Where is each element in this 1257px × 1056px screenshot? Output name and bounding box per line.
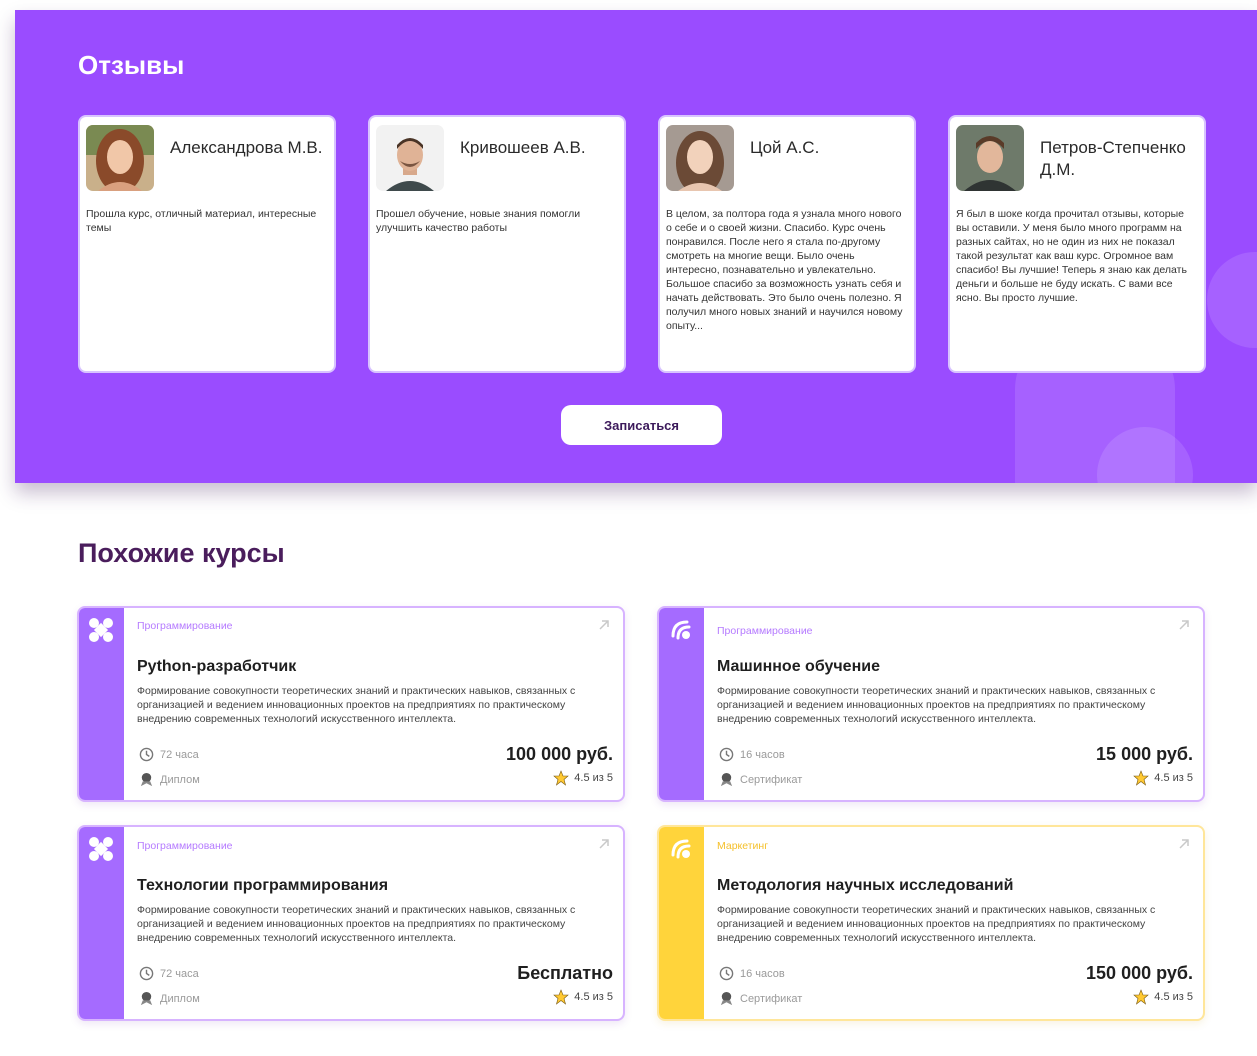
signal-swirl-icon	[671, 620, 691, 640]
star-icon	[1133, 770, 1150, 786]
course-card[interactable]: Программирование Машинное обучение Форми…	[657, 606, 1205, 802]
course-rating: 4.5 из 5	[1133, 770, 1193, 786]
arrow-up-right-icon[interactable]	[1177, 618, 1191, 632]
review-card: Петров-Степченко Д.М. Я был в шоке когда…	[948, 115, 1206, 373]
course-document: Диплом	[139, 772, 200, 787]
course-rating-value: 4.5 из 5	[574, 991, 613, 1003]
signal-swirl-icon	[671, 839, 691, 859]
course-description: Формирование совокупности теоретических …	[137, 685, 576, 725]
award-icon	[720, 772, 733, 787]
similar-courses-title: Похожие курсы	[78, 538, 285, 568]
star-icon	[1133, 989, 1150, 1005]
arrow-up-right-icon[interactable]	[597, 618, 611, 632]
review-card: Цой А.С. В целом, за полтора года я узна…	[658, 115, 916, 373]
course-accent-stripe	[79, 608, 124, 800]
course-card[interactable]: Программирование Python-разработчик Форм…	[77, 606, 625, 802]
course-rating: 4.5 из 5	[553, 770, 613, 786]
clock-icon	[139, 747, 154, 762]
course-accent-stripe	[659, 827, 704, 1019]
reviewer-avatar	[376, 125, 444, 191]
course-duration: 72 часа	[139, 747, 199, 762]
cross-petals-icon	[89, 837, 113, 861]
review-text: В целом, за полтора года я узнала много …	[666, 208, 903, 332]
course-description: Формирование совокупности теоретических …	[717, 904, 1156, 944]
course-duration: 72 часа	[139, 966, 199, 981]
course-hours: 72 часа	[160, 967, 199, 980]
course-category: Программирование	[717, 625, 813, 637]
course-title: Машинное обучение	[717, 658, 880, 675]
course-description: Формирование совокупности теоретических …	[717, 685, 1156, 725]
reviews-title: Отзывы	[78, 50, 185, 80]
review-card: Александрова М.В. Прошла курс, отличный …	[78, 115, 336, 373]
award-icon	[720, 991, 733, 1006]
course-category: Программирование	[137, 620, 233, 632]
course-title: Технологии программирования	[137, 877, 389, 894]
star-icon	[553, 770, 570, 786]
course-card[interactable]: Программирование Технологии программиров…	[77, 825, 625, 1021]
clock-icon	[719, 747, 734, 762]
course-price: Бесплатно	[517, 963, 613, 983]
clock-icon	[719, 966, 734, 981]
reviewer-avatar	[956, 125, 1024, 191]
course-document-type: Диплом	[160, 992, 200, 1005]
arrow-up-right-icon[interactable]	[597, 837, 611, 851]
course-price: 150 000 руб.	[1086, 963, 1193, 983]
course-document: Сертификат	[719, 991, 802, 1006]
course-hours: 16 часов	[740, 967, 785, 980]
cross-petals-icon	[89, 618, 113, 642]
course-document-type: Диплом	[160, 773, 200, 786]
course-duration: 16 часов	[719, 747, 785, 762]
star-icon	[553, 989, 570, 1005]
course-rating-value: 4.5 из 5	[574, 772, 613, 784]
award-icon	[140, 991, 153, 1006]
reviewer-name: Александрова М.В.	[170, 138, 323, 157]
course-category: Программирование	[137, 840, 233, 852]
course-category: Маркетинг	[717, 840, 769, 852]
course-title: Python-разработчик	[137, 658, 297, 675]
reviewer-name: Цой А.С.	[750, 138, 820, 157]
course-document: Сертификат	[719, 772, 802, 787]
course-rating: 4.5 из 5	[553, 989, 613, 1005]
course-rating-value: 4.5 из 5	[1154, 991, 1193, 1003]
reviews-section: Отзывы Александрова М.В. Прошла курс, от…	[15, 10, 1257, 483]
reviewer-avatar	[666, 125, 734, 191]
clock-icon	[139, 966, 154, 981]
course-rating-value: 4.5 из 5	[1154, 772, 1193, 784]
course-accent-stripe	[79, 827, 124, 1019]
course-card[interactable]: Маркетинг Методология научных исследован…	[657, 825, 1205, 1021]
course-accent-stripe	[659, 608, 704, 800]
course-document-type: Сертификат	[740, 992, 803, 1005]
course-document-type: Сертификат	[740, 773, 803, 786]
review-text: Прошла курс, отличный материал, интересн…	[86, 208, 317, 234]
course-hours: 72 часа	[160, 748, 199, 761]
reviewer-name: Кривошеев А.В.	[460, 138, 586, 157]
award-icon	[140, 772, 153, 787]
course-price: 15 000 руб.	[1096, 744, 1193, 764]
enroll-button[interactable]: Записаться	[561, 405, 722, 445]
course-price: 100 000 руб.	[506, 744, 613, 764]
course-hours: 16 часов	[740, 748, 785, 761]
course-document: Диплом	[139, 991, 200, 1006]
course-title: Методология научных исследований	[717, 877, 1014, 894]
reviewer-name: Петров-Степченко Д.М.	[1040, 138, 1186, 179]
review-card: Кривошеев А.В. Прошел обучение, новые зн…	[368, 115, 626, 373]
arrow-up-right-icon[interactable]	[1177, 837, 1191, 851]
review-text: Я был в шоке когда прочитал отзывы, кото…	[956, 208, 1187, 304]
course-duration: 16 часов	[719, 966, 785, 981]
course-rating: 4.5 из 5	[1133, 989, 1193, 1005]
course-description: Формирование совокупности теоретических …	[137, 904, 576, 944]
review-text: Прошел обучение, новые знания помогли ул…	[376, 208, 581, 234]
reviewer-avatar	[86, 125, 154, 191]
